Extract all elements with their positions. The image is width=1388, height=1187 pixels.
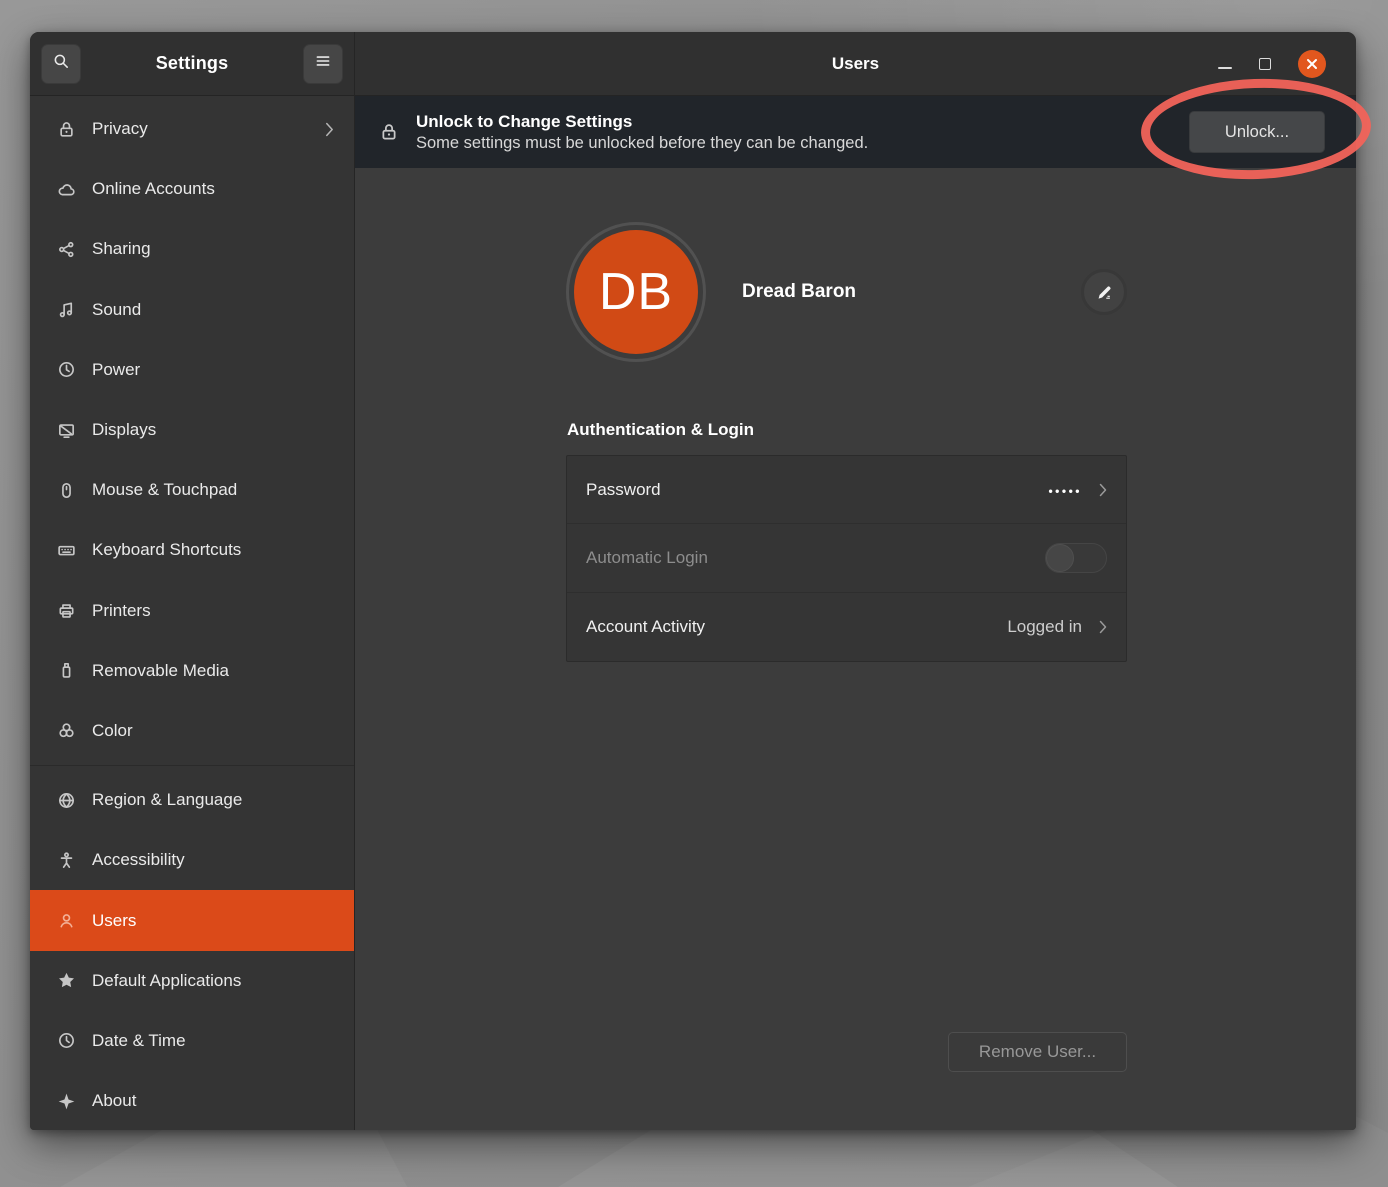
automatic-login-toggle[interactable]	[1045, 543, 1107, 573]
sidebar-item-region-language[interactable]: Region & Language	[30, 770, 354, 830]
sidebar: Settings Privacy Online Accounts Sharing…	[30, 32, 355, 1130]
close-icon	[1306, 58, 1318, 70]
sparkle-icon	[56, 1091, 76, 1111]
sidebar-item-sound[interactable]: Sound	[30, 280, 354, 340]
unlock-button[interactable]: Unlock...	[1189, 111, 1325, 153]
automatic-login-label: Automatic Login	[586, 548, 708, 568]
avatar-initials: DB	[574, 230, 698, 354]
printer-icon	[56, 601, 76, 621]
infobar-text: Unlock to Change Settings Some settings …	[416, 112, 868, 153]
sidebar-item-accessibility[interactable]: Accessibility	[30, 830, 354, 890]
sidebar-list: Privacy Online Accounts Sharing Sound Po…	[30, 96, 354, 1130]
minimize-icon	[1218, 67, 1232, 69]
sidebar-item-about[interactable]: About	[30, 1071, 354, 1130]
sidebar-item-date-time[interactable]: Date & Time	[30, 1011, 354, 1071]
password-row[interactable]: Password •••••	[567, 456, 1126, 524]
auth-list: Password ••••• Automatic Login Account A…	[566, 455, 1127, 662]
automatic-login-row: Automatic Login	[567, 524, 1126, 592]
window-controls	[1218, 50, 1356, 78]
mouse-icon	[56, 480, 76, 500]
search-icon	[52, 52, 70, 75]
sidebar-header: Settings	[30, 32, 354, 96]
color-icon	[56, 721, 76, 741]
user-card: DB Dread Baron	[566, 222, 1127, 362]
password-label: Password	[586, 480, 661, 500]
sidebar-item-displays[interactable]: Displays	[30, 400, 354, 460]
sidebar-item-printers[interactable]: Printers	[30, 581, 354, 641]
share-icon	[56, 239, 76, 259]
remove-user-button[interactable]: Remove User...	[948, 1032, 1127, 1072]
display-icon	[56, 420, 76, 440]
settings-window: Settings Privacy Online Accounts Sharing…	[30, 32, 1356, 1130]
maximize-icon	[1259, 58, 1271, 70]
infobar-title: Unlock to Change Settings	[416, 112, 868, 132]
pencil-icon	[1095, 283, 1114, 302]
sound-icon	[56, 300, 76, 320]
sidebar-item-power[interactable]: Power	[30, 340, 354, 400]
star-icon	[56, 971, 76, 991]
sidebar-item-mouse-touchpad[interactable]: Mouse & Touchpad	[30, 460, 354, 520]
lock-icon	[56, 119, 76, 139]
password-value: •••••	[1048, 481, 1082, 498]
user-full-name: Dread Baron	[742, 281, 856, 303]
usb-icon	[56, 661, 76, 681]
headerbar: Users	[355, 32, 1356, 96]
lock-icon	[379, 122, 399, 142]
search-button[interactable]	[41, 44, 81, 84]
toggle-knob	[1046, 544, 1074, 572]
globe-icon	[56, 790, 76, 810]
account-activity-row[interactable]: Account Activity Logged in	[567, 593, 1126, 661]
sidebar-item-removable-media[interactable]: Removable Media	[30, 641, 354, 701]
chevron-right-icon	[1099, 620, 1107, 634]
sidebar-title: Settings	[81, 53, 303, 74]
sidebar-item-users[interactable]: Users	[30, 890, 354, 950]
power-icon	[56, 360, 76, 380]
sidebar-item-online-accounts[interactable]: Online Accounts	[30, 159, 354, 219]
accessibility-icon	[56, 850, 76, 870]
menu-button[interactable]	[303, 44, 343, 84]
content-column: DB Dread Baron Authentication & Login Pa…	[566, 168, 1127, 1130]
minimize-button[interactable]	[1218, 58, 1232, 69]
sidebar-item-color[interactable]: Color	[30, 701, 354, 761]
chevron-right-icon	[325, 122, 334, 137]
edit-name-button[interactable]	[1081, 269, 1127, 315]
users-panel: DB Dread Baron Authentication & Login Pa…	[355, 168, 1356, 1130]
maximize-button[interactable]	[1259, 58, 1271, 70]
cloud-icon	[56, 179, 76, 199]
infobar-subtitle: Some settings must be unlocked before th…	[416, 134, 868, 153]
unlock-infobar: Unlock to Change Settings Some settings …	[355, 96, 1356, 168]
users-icon	[56, 911, 76, 931]
chevron-right-icon	[1099, 483, 1107, 497]
section-title: Authentication & Login	[567, 420, 754, 440]
main-pane: Users Unlock to Change Settings Some set…	[355, 32, 1356, 1130]
avatar: DB	[566, 222, 706, 362]
account-activity-value: Logged in	[1007, 617, 1082, 637]
sidebar-item-keyboard-shortcuts[interactable]: Keyboard Shortcuts	[30, 520, 354, 580]
sidebar-item-default-applications[interactable]: Default Applications	[30, 951, 354, 1011]
sidebar-item-privacy[interactable]: Privacy	[30, 99, 354, 159]
account-activity-label: Account Activity	[586, 617, 705, 637]
close-button[interactable]	[1298, 50, 1326, 78]
sidebar-item-sharing[interactable]: Sharing	[30, 219, 354, 279]
menu-icon	[314, 52, 332, 75]
sidebar-separator	[30, 765, 354, 766]
keyboard-icon	[56, 540, 76, 560]
clock-icon	[56, 1031, 76, 1051]
page-title: Users	[355, 54, 1356, 74]
